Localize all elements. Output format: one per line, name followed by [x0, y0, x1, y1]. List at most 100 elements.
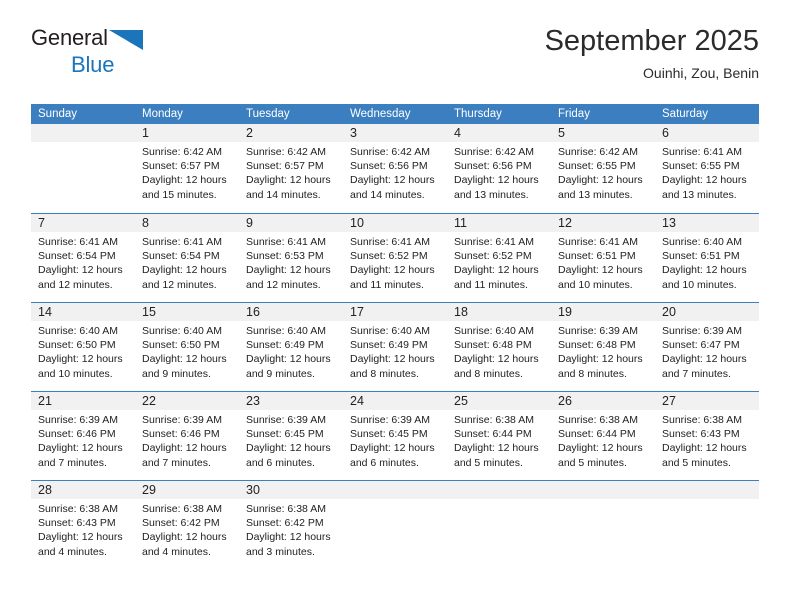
day-info-line: Daylight: 12 hours: [246, 174, 331, 187]
calendar-day-cell[interactable]: 25 Sunrise: 6:38 AM Sunset: 6:44 PM Dayligh…: [447, 392, 551, 480]
day-info-line: Daylight: 12 hours: [558, 353, 643, 366]
day-number: 3: [343, 124, 447, 142]
day-info-line: Daylight: 12 hours: [246, 442, 331, 455]
calendar-day-cell-empty: [551, 481, 655, 569]
day-number: 25: [447, 392, 551, 410]
day-info-line: and 11 minutes.: [350, 278, 424, 291]
day-info-line: Sunset: 6:46 PM: [142, 428, 220, 441]
day-number: 11: [447, 214, 551, 232]
day-of-week-sunday: Sunday: [38, 108, 78, 120]
day-info-line: Daylight: 12 hours: [662, 353, 747, 366]
day-info-line: Sunset: 6:46 PM: [38, 428, 116, 441]
calendar-day-cell[interactable]: 9 Sunrise: 6:41 AM Sunset: 6:53 PM Daylight…: [239, 214, 343, 302]
day-info-line: Sunset: 6:43 PM: [38, 517, 116, 530]
calendar-day-cell[interactable]: 16 Sunrise: 6:40 AM Sunset: 6:49 PM Dayligh…: [239, 303, 343, 391]
day-sun-info: Sunrise: 6:38 AM Sunset: 6:42 PM Daylight:…: [239, 499, 343, 559]
day-number: 20: [655, 303, 759, 321]
day-info-line: Sunrise: 6:39 AM: [38, 414, 118, 426]
day-info-line: Daylight: 12 hours: [142, 531, 227, 544]
day-info-line: Sunrise: 6:41 AM: [350, 236, 430, 248]
day-number: 18: [447, 303, 551, 321]
day-of-week-wednesday: Wednesday: [350, 108, 411, 120]
day-sun-info: Sunrise: 6:39 AM Sunset: 6:48 PM Daylight:…: [551, 321, 655, 381]
day-info-line: Sunrise: 6:42 AM: [142, 146, 222, 158]
calendar-day-cell[interactable]: 27 Sunrise: 6:38 AM Sunset: 6:43 PM Dayligh…: [655, 392, 759, 480]
calendar-day-cell[interactable]: 4 Sunrise: 6:42 AM Sunset: 6:56 PM Daylight…: [447, 124, 551, 213]
calendar-day-cell[interactable]: 20 Sunrise: 6:39 AM Sunset: 6:47 PM Dayligh…: [655, 303, 759, 391]
day-info-line: Daylight: 12 hours: [454, 442, 539, 455]
day-info-line: Sunset: 6:48 PM: [454, 339, 532, 352]
day-info-line: Sunset: 6:47 PM: [662, 339, 740, 352]
calendar-week-row: 1 Sunrise: 6:42 AM Sunset: 6:57 PM Daylight…: [31, 124, 759, 213]
calendar-day-cell[interactable]: 18 Sunrise: 6:40 AM Sunset: 6:48 PM Dayligh…: [447, 303, 551, 391]
calendar-day-cell[interactable]: 26 Sunrise: 6:38 AM Sunset: 6:44 PM Dayligh…: [551, 392, 655, 480]
day-info-line: Sunset: 6:50 PM: [38, 339, 116, 352]
day-number: [551, 481, 655, 499]
day-number: 10: [343, 214, 447, 232]
day-sun-info: Sunrise: 6:40 AM Sunset: 6:50 PM Daylight:…: [135, 321, 239, 381]
calendar-day-cell[interactable]: 13 Sunrise: 6:40 AM Sunset: 6:51 PM Dayligh…: [655, 214, 759, 302]
day-info-line: Sunset: 6:56 PM: [454, 160, 532, 173]
day-info-line: and 9 minutes.: [142, 367, 211, 380]
calendar-week-row: 28 Sunrise: 6:38 AM Sunset: 6:43 PM Dayligh…: [31, 480, 759, 569]
calendar-day-cell[interactable]: 7 Sunrise: 6:41 AM Sunset: 6:54 PM Daylight…: [31, 214, 135, 302]
day-info-line: Sunset: 6:54 PM: [142, 250, 220, 263]
calendar-day-cell[interactable]: 6 Sunrise: 6:41 AM Sunset: 6:55 PM Daylight…: [655, 124, 759, 213]
day-info-line: Sunset: 6:49 PM: [350, 339, 428, 352]
day-info-line: and 13 minutes.: [558, 188, 633, 201]
day-info-line: Sunrise: 6:41 AM: [454, 236, 534, 248]
calendar-week-row: 14 Sunrise: 6:40 AM Sunset: 6:50 PM Dayligh…: [31, 302, 759, 391]
calendar-day-cell[interactable]: 11 Sunrise: 6:41 AM Sunset: 6:52 PM Dayligh…: [447, 214, 551, 302]
day-info-line: Daylight: 12 hours: [662, 174, 747, 187]
calendar-day-cell[interactable]: 28 Sunrise: 6:38 AM Sunset: 6:43 PM Dayligh…: [31, 481, 135, 569]
calendar-day-cell[interactable]: 1 Sunrise: 6:42 AM Sunset: 6:57 PM Daylight…: [135, 124, 239, 213]
day-info-line: Daylight: 12 hours: [246, 264, 331, 277]
day-number: 23: [239, 392, 343, 410]
generalblue-logo[interactable]: General Blue: [31, 26, 311, 82]
calendar-day-cell[interactable]: 24 Sunrise: 6:39 AM Sunset: 6:45 PM Dayligh…: [343, 392, 447, 480]
day-info-line: and 7 minutes.: [662, 367, 731, 380]
calendar-day-cell[interactable]: 29 Sunrise: 6:38 AM Sunset: 6:42 PM Dayligh…: [135, 481, 239, 569]
calendar-day-cell[interactable]: 2 Sunrise: 6:42 AM Sunset: 6:57 PM Daylight…: [239, 124, 343, 213]
calendar-week-row: 7 Sunrise: 6:41 AM Sunset: 6:54 PM Daylight…: [31, 213, 759, 302]
day-number: 13: [655, 214, 759, 232]
day-info-line: Daylight: 12 hours: [558, 174, 643, 187]
calendar-day-cell[interactable]: 17 Sunrise: 6:40 AM Sunset: 6:49 PM Dayligh…: [343, 303, 447, 391]
day-info-line: and 11 minutes.: [454, 278, 528, 291]
calendar-day-cell[interactable]: 22 Sunrise: 6:39 AM Sunset: 6:46 PM Dayligh…: [135, 392, 239, 480]
calendar-day-cell[interactable]: 30 Sunrise: 6:38 AM Sunset: 6:42 PM Dayligh…: [239, 481, 343, 569]
calendar-day-cell[interactable]: 12 Sunrise: 6:41 AM Sunset: 6:51 PM Dayligh…: [551, 214, 655, 302]
calendar-day-cell[interactable]: 5 Sunrise: 6:42 AM Sunset: 6:55 PM Daylight…: [551, 124, 655, 213]
calendar-day-cell[interactable]: 14 Sunrise: 6:40 AM Sunset: 6:50 PM Dayligh…: [31, 303, 135, 391]
day-sun-info: Sunrise: 6:40 AM Sunset: 6:48 PM Daylight:…: [447, 321, 551, 381]
day-info-line: Sunset: 6:52 PM: [454, 250, 532, 263]
day-info-line: Sunset: 6:44 PM: [558, 428, 636, 441]
calendar-day-cell[interactable]: 19 Sunrise: 6:39 AM Sunset: 6:48 PM Dayligh…: [551, 303, 655, 391]
day-info-line: Sunrise: 6:38 AM: [246, 503, 326, 515]
calendar-day-cell[interactable]: 15 Sunrise: 6:40 AM Sunset: 6:50 PM Dayligh…: [135, 303, 239, 391]
day-info-line: Daylight: 12 hours: [454, 353, 539, 366]
day-info-line: and 8 minutes.: [350, 367, 419, 380]
day-info-line: Daylight: 12 hours: [350, 264, 435, 277]
day-number: 28: [31, 481, 135, 499]
day-sun-info: Sunrise: 6:42 AM Sunset: 6:57 PM Daylight:…: [239, 142, 343, 202]
day-info-line: Daylight: 12 hours: [38, 264, 123, 277]
day-number: 16: [239, 303, 343, 321]
day-info-line: and 6 minutes.: [350, 456, 419, 469]
calendar-day-cell[interactable]: 21 Sunrise: 6:39 AM Sunset: 6:46 PM Dayligh…: [31, 392, 135, 480]
day-info-line: Sunrise: 6:42 AM: [350, 146, 430, 158]
day-sun-info: Sunrise: 6:41 AM Sunset: 6:52 PM Daylight:…: [447, 232, 551, 292]
day-of-week-thursday: Thursday: [454, 108, 502, 120]
calendar-day-cell[interactable]: 3 Sunrise: 6:42 AM Sunset: 6:56 PM Daylight…: [343, 124, 447, 213]
day-number: 5: [551, 124, 655, 142]
day-info-line: Sunrise: 6:38 AM: [142, 503, 222, 515]
day-sun-info: Sunrise: 6:39 AM Sunset: 6:45 PM Daylight:…: [343, 410, 447, 470]
calendar-day-cell[interactable]: 8 Sunrise: 6:41 AM Sunset: 6:54 PM Daylight…: [135, 214, 239, 302]
day-info-line: Sunset: 6:42 PM: [246, 517, 324, 530]
day-sun-info: Sunrise: 6:40 AM Sunset: 6:51 PM Daylight:…: [655, 232, 759, 292]
calendar-day-cell[interactable]: 23 Sunrise: 6:39 AM Sunset: 6:45 PM Dayligh…: [239, 392, 343, 480]
calendar-day-cell[interactable]: 10 Sunrise: 6:41 AM Sunset: 6:52 PM Dayligh…: [343, 214, 447, 302]
day-sun-info: Sunrise: 6:41 AM Sunset: 6:51 PM Daylight:…: [551, 232, 655, 292]
calendar-day-cell-empty: [31, 124, 135, 213]
day-info-line: Sunset: 6:53 PM: [246, 250, 324, 263]
